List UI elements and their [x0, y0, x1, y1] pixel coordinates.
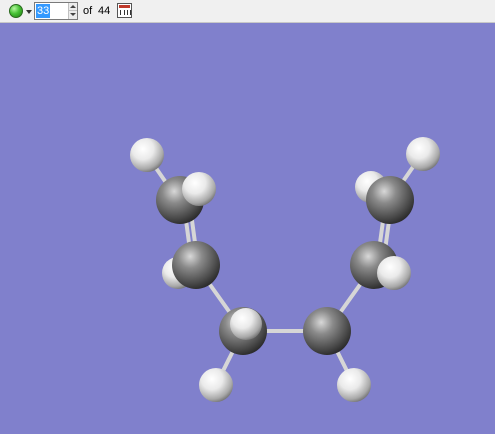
carbon-atom[interactable] — [303, 307, 351, 355]
hydrogen-atom[interactable] — [182, 172, 216, 206]
chevron-down-icon[interactable] — [26, 10, 32, 14]
spin-up-button[interactable] — [68, 3, 77, 11]
hydrogen-atom[interactable] — [130, 138, 164, 172]
total-frames-label: 44 — [98, 5, 111, 17]
molecule-canvas[interactable] — [0, 23, 495, 434]
spin-down-button[interactable] — [68, 11, 77, 19]
of-label: of — [83, 5, 93, 17]
toolbar: 33 of 44 — [0, 0, 495, 23]
hydrogen-atom[interactable] — [337, 368, 371, 402]
carbon-atom[interactable] — [172, 241, 220, 289]
hydrogen-atom[interactable] — [199, 368, 233, 402]
green-circle-icon[interactable] — [9, 4, 23, 18]
frame-number-spinbox[interactable]: 33 — [34, 2, 78, 20]
molecule-viewport[interactable] — [0, 23, 495, 434]
hydrogen-atom[interactable] — [230, 308, 262, 340]
animation-icon[interactable] — [117, 3, 132, 18]
molecule-viewer-window: 33 of 44 — [0, 0, 495, 434]
hydrogen-atom[interactable] — [406, 137, 440, 171]
carbon-atom[interactable] — [366, 176, 414, 224]
hydrogen-atom[interactable] — [377, 256, 411, 290]
frame-number-input[interactable]: 33 — [36, 4, 51, 18]
